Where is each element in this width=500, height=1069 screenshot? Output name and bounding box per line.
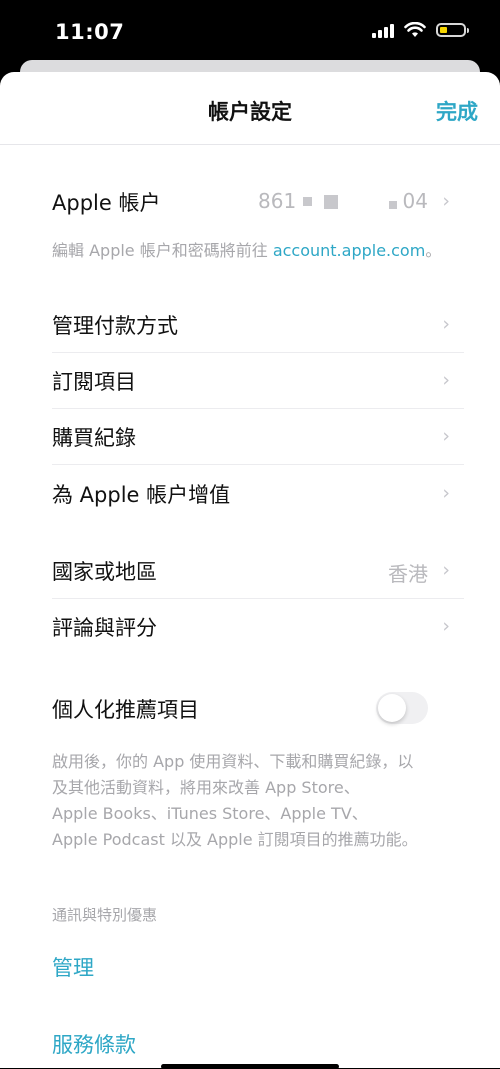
home-indicator [161,1064,339,1069]
ratings-reviews-row[interactable]: 評論與評分 › [52,598,464,654]
subscriptions-row[interactable]: 訂閱項目 › [52,352,464,409]
account-caption: 編輯 Apple 帳户和密碼將前往 account.apple.com。 [52,241,442,260]
add-funds-label: 為 Apple 帳户增值 [52,483,231,507]
chevron-right-icon: › [442,482,450,504]
promotions-section-header: 通訊與特別優惠 [52,906,158,924]
manage-payment-label: 管理付款方式 [52,314,178,338]
wifi-icon [404,22,426,37]
account-settings-sheet: 帳户設定 完成 Apple 帳户 861 04 › 編輯 Apple 帳户和密碼… [0,72,500,1068]
purchase-history-label: 購買紀錄 [52,426,136,450]
chevron-right-icon: › [442,425,450,447]
account-apple-link[interactable]: account.apple.com [273,241,426,260]
redaction-block [389,201,397,209]
personalized-recommendations-label: 個人化推薦項目 [52,698,199,722]
status-time: 11:07 [55,20,125,44]
subscriptions-label: 訂閱項目 [52,370,136,394]
country-region-value: 香港 [388,562,428,586]
country-region-label: 國家或地區 [52,560,157,584]
status-bar: 11:07 [0,0,500,62]
signal-icon [372,22,394,38]
manage-promotions-link[interactable]: 管理 [52,952,94,982]
done-button[interactable]: 完成 [436,96,478,126]
chevron-right-icon: › [442,559,450,581]
terms-of-service-link[interactable]: 服務條款 [52,1029,136,1059]
chevron-right-icon: › [442,369,450,391]
country-region-row[interactable]: 國家或地區 香港 › [52,542,464,599]
navigation-bar: 帳户設定 完成 [0,72,500,145]
add-funds-row[interactable]: 為 Apple 帳户增值 › [52,465,464,521]
purchase-history-row[interactable]: 購買紀錄 › [52,408,464,465]
battery-icon [436,23,469,37]
chevron-right-icon: › [442,615,450,637]
chevron-right-icon: › [442,190,450,212]
personalized-recommendations-row: 個人化推薦項目 [52,680,464,736]
account-id-prefix: 861 [258,189,297,213]
ratings-reviews-label: 評論與評分 [52,616,157,640]
redaction-block [303,197,312,206]
redaction-block [324,195,338,209]
personalization-caption: 啟用後，你的 App 使用資料、下載和購買紀錄，以 及其他活動資料，將用來改善 … [52,752,418,849]
account-id-suffix: 04 [402,189,428,213]
apple-account-value: 861 04 [258,189,428,213]
page-title: 帳户設定 [208,100,292,124]
toggle-knob [378,694,406,722]
status-icons [372,22,469,38]
chevron-right-icon: › [442,313,450,335]
manage-payment-row[interactable]: 管理付款方式 › [52,296,464,353]
personalized-recommendations-toggle[interactable] [376,692,428,724]
apple-account-row[interactable]: Apple 帳户 861 04 › [52,173,464,229]
apple-account-label: Apple 帳户 [52,191,161,215]
